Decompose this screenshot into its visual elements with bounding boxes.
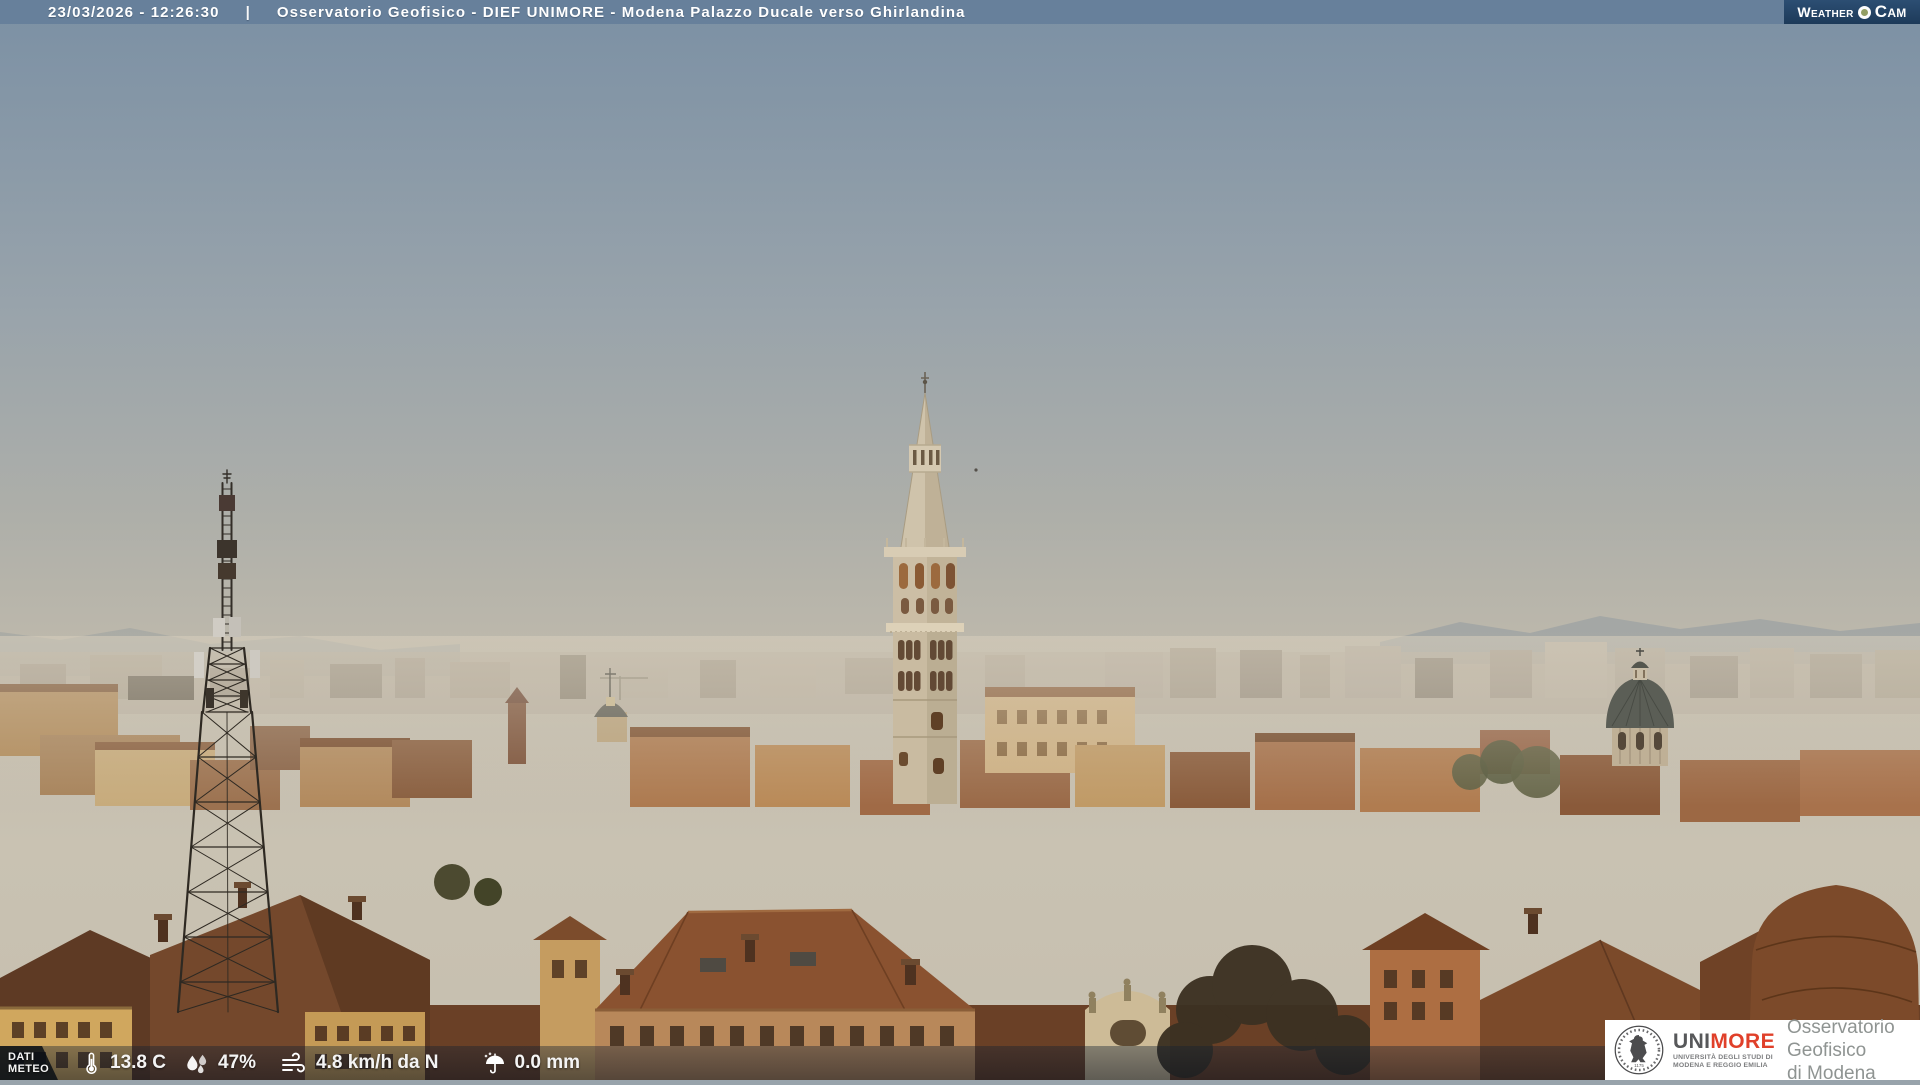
weathercam-dot-icon bbox=[1857, 5, 1871, 19]
unimore-panel: 1175 UNIMORE UNIVERSITÀ DEGLI STUDI DI M… bbox=[1605, 1017, 1920, 1084]
webcam-photo bbox=[0, 0, 1920, 1080]
observatory-name: Osservatorio Geofisico di Modena bbox=[1786, 1016, 1895, 1084]
wind-value: 4.8 km/h da N bbox=[316, 1052, 439, 1073]
wind-reading: 4.8 km/h da N bbox=[280, 1051, 439, 1075]
unimore-uni: UNI bbox=[1673, 1029, 1711, 1053]
svg-text:1175: 1175 bbox=[1634, 1063, 1644, 1068]
weathercam-logo: Weather Cam bbox=[1784, 0, 1920, 24]
weathercam-weather-label: Weather bbox=[1797, 4, 1854, 20]
unimore-seal-icon: 1175 bbox=[1614, 1025, 1664, 1075]
wind-icon bbox=[282, 1052, 305, 1073]
thermometer-icon bbox=[86, 1052, 97, 1075]
university-subtitle: UNIVERSITÀ DEGLI STUDI DI MODENA E REGGI… bbox=[1673, 1053, 1773, 1069]
dati-meteo-label: DATI METEO bbox=[0, 1046, 58, 1080]
top-bar: 23/03/2026 - 12:26:30 | Osservatorio Geo… bbox=[0, 0, 1920, 24]
humidity-reading: 47% bbox=[184, 1051, 256, 1075]
weathercam-cam-label: Cam bbox=[1874, 2, 1907, 21]
temperature-reading: 13.8 C bbox=[80, 1050, 166, 1076]
temperature-value: 13.8 C bbox=[110, 1052, 166, 1073]
humidity-icon bbox=[187, 1054, 207, 1074]
precipitation-value: 0.0 mm bbox=[514, 1052, 580, 1073]
humidity-value: 47% bbox=[217, 1052, 257, 1073]
timestamp: 23/03/2026 - 12:26:30 bbox=[48, 3, 220, 21]
bird bbox=[974, 468, 978, 472]
separator: | bbox=[245, 3, 251, 21]
precipitation-reading: 0.0 mm bbox=[481, 1051, 580, 1075]
unimore-more: MORE bbox=[1710, 1029, 1775, 1053]
camera-title: Osservatorio Geofisico - DIEF UNIMORE - … bbox=[276, 3, 966, 21]
rain-umbrella-icon bbox=[484, 1052, 504, 1074]
unimore-wordmark: UNIMORE UNIVERSITÀ DEGLI STUDI DI MODENA… bbox=[1673, 1031, 1775, 1070]
